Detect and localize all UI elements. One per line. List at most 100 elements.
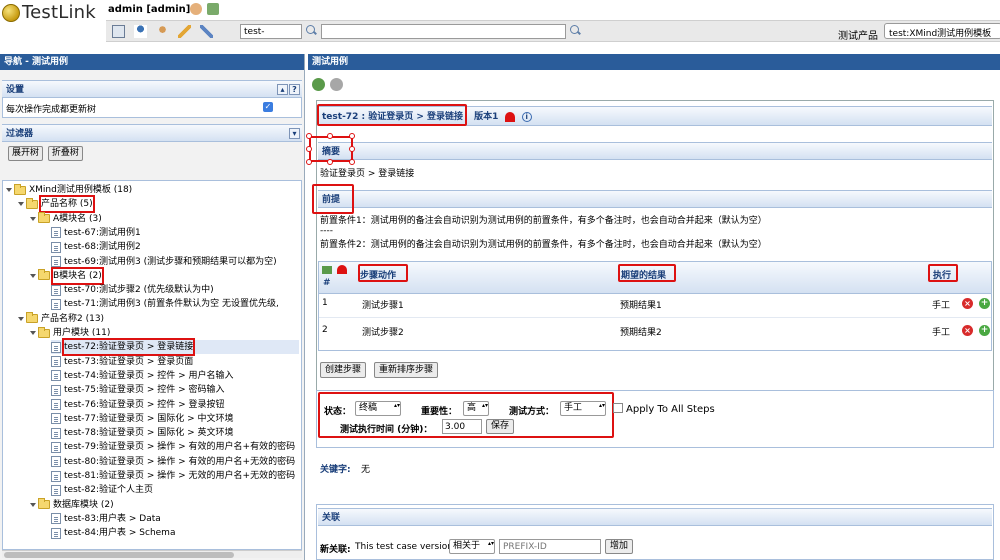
settings-help-button[interactable]: ? (289, 84, 300, 95)
logout-icon[interactable] (207, 3, 219, 15)
tree-folder[interactable]: 产品名称2 (13) (18, 312, 104, 326)
importance-select[interactable]: 高 (463, 401, 489, 416)
reorder-steps-button[interactable]: 重新排序步骤 (374, 362, 439, 378)
tree-testcase[interactable]: test-78:验证登录页 > 国际化 > 英文环境 (51, 426, 234, 440)
relation-id-input[interactable] (499, 539, 601, 554)
resize-handle[interactable] (349, 159, 355, 165)
testcase-icon (51, 298, 61, 310)
test-project-icon[interactable] (134, 25, 147, 38)
testcase-tree: XMind测试用例模板 (18) 产品名称 (5) A模块名 (3) test-67:… (2, 180, 302, 550)
testcase-id-input[interactable] (240, 24, 302, 39)
insert-step-icon[interactable]: + (979, 298, 990, 309)
tree-testcase[interactable]: test-74:验证登录页 > 控件 > 用户名输入 (51, 369, 234, 383)
testcase-icon (51, 227, 61, 239)
resize-handle[interactable] (349, 146, 355, 152)
user-profile-icon[interactable] (190, 3, 202, 15)
collapse-settings-icon[interactable]: ▴ (277, 84, 288, 95)
add-relation-button[interactable]: 增加 (605, 539, 634, 554)
highlight-expected (618, 264, 676, 282)
tree-testcase[interactable]: test-71:测试用例3 (前置条件默认为空 无设置优先级, (51, 297, 279, 311)
duration-input[interactable] (442, 419, 482, 434)
tree-folder[interactable]: A模块名 (3) (30, 212, 102, 226)
expand-arrow-icon[interactable] (30, 331, 36, 335)
tree-testcase[interactable]: test-76:验证登录页 > 控件 > 登录按钮 (51, 398, 225, 412)
apply-all-label: Apply To All Steps (626, 404, 715, 415)
tree-testcase[interactable]: test-68:测试用例2 (51, 240, 141, 254)
testcase-icon (51, 284, 61, 296)
status-select[interactable]: 终稿 (355, 401, 401, 416)
resize-handle[interactable] (306, 133, 312, 139)
tree-folder[interactable]: XMind测试用例模板 (18) (6, 183, 132, 197)
refresh-checkbox[interactable]: ✓ (263, 102, 273, 112)
resize-handle[interactable] (306, 159, 312, 165)
user-management-icon[interactable] (156, 25, 169, 38)
tree-buttons: 展开树 折叠树 (0, 142, 304, 166)
testcase-icon (51, 384, 61, 396)
steps-ghost-icon[interactable] (337, 265, 347, 274)
testcase-icon (51, 527, 61, 539)
exec-type-select[interactable]: 手工 (560, 401, 606, 416)
search-text-icon[interactable] (570, 25, 581, 36)
delete-step-icon[interactable]: × (962, 325, 973, 336)
tree-folder[interactable]: 产品名称 (5) (18, 195, 95, 214)
resize-handle[interactable] (306, 146, 312, 152)
search-id-icon[interactable] (306, 25, 317, 36)
tree-testcase[interactable]: test-80:验证登录页 > 操作 > 有效的用户名+无效的密码 (51, 455, 295, 469)
step-action: 测试步骤2 (362, 328, 404, 338)
importance-label: 重要性： (421, 407, 458, 417)
relations-label: 关联 (322, 513, 341, 523)
step-exec-type: 手工 (932, 301, 951, 311)
desktop-icon[interactable] (112, 25, 125, 38)
expand-arrow-icon[interactable] (30, 216, 36, 221)
expand-arrow-icon[interactable] (18, 202, 24, 207)
tree-testcase[interactable]: test-75:验证登录页 > 控件 > 密码输入 (51, 383, 225, 397)
events-icon[interactable] (178, 25, 191, 38)
expand-arrow-icon[interactable] (30, 273, 36, 278)
resize-handle[interactable] (327, 133, 333, 139)
tree-testcase[interactable]: test-83:用户表 > Data (51, 512, 161, 526)
ghost-icon[interactable] (504, 111, 515, 122)
testlink-logo[interactable]: TestLink (2, 2, 96, 23)
tree-testcase[interactable]: test-73:验证登录页 > 登录页面 (51, 355, 193, 369)
resize-handle[interactable] (327, 159, 333, 165)
expand-tree-button[interactable]: 展开树 (8, 146, 44, 161)
highlight-precondition (312, 184, 354, 214)
apply-all-checkbox[interactable] (613, 403, 623, 413)
info-icon[interactable]: i (521, 111, 532, 122)
tree-testcase[interactable]: test-77:验证登录页 > 国际化 > 中文环境 (51, 412, 234, 426)
tree-horizontal-scrollbar[interactable] (2, 550, 302, 558)
tree-testcase[interactable]: test-82:验证个人主页 (51, 483, 153, 497)
collapse-tree-button[interactable]: 折叠树 (47, 146, 83, 161)
create-step-button[interactable]: 创建步骤 (320, 362, 367, 378)
product-select[interactable]: test:XMind测试用例模板 (884, 23, 1000, 39)
resize-handle[interactable] (349, 133, 355, 139)
testcase-icon (51, 399, 61, 410)
tree-testcase[interactable]: test-81:验证登录页 > 操作 > 无效的用户名+无效的密码 (51, 469, 295, 483)
expand-arrow-icon[interactable] (30, 502, 36, 507)
precondition-bar: 前提 (318, 190, 992, 208)
filter-section[interactable]: 过滤器 ▾ (2, 124, 302, 142)
tree-node-label: B模块名 (2) (51, 266, 104, 285)
tree-folder[interactable]: 用户模块 (11) (30, 326, 110, 340)
insert-step-icon[interactable]: + (979, 325, 990, 336)
save-button[interactable]: 保存 (486, 419, 515, 434)
tree-testcase[interactable]: test-69:测试用例3 (测试步骤和预期结果可以都为空) (51, 255, 277, 269)
specification-icon[interactable] (200, 25, 213, 38)
delete-step-icon[interactable]: × (962, 298, 973, 309)
tree-folder[interactable]: 数据库模块 (2) (30, 498, 114, 512)
tree-testcase[interactable]: test-67:测试用例1 (51, 226, 141, 240)
tree-folder[interactable]: B模块名 (2) (30, 266, 104, 285)
tree-testcase[interactable]: test-72:验证登录页 > 登录链接 (51, 338, 299, 357)
expand-arrow-icon[interactable] (18, 316, 24, 321)
relations-bar: 关联 (318, 508, 992, 526)
steps-add-icon[interactable] (322, 266, 332, 274)
tree-testcase[interactable]: test-84:用户表 > Schema (51, 526, 175, 540)
search-text-input[interactable] (321, 24, 566, 39)
tree-testcase[interactable]: test-70:测试步骤2 (优先级默认为中) (51, 283, 214, 297)
expand-arrow-icon[interactable] (6, 188, 12, 192)
relation-type-select[interactable]: 相关于 (449, 539, 495, 554)
collapse-filter-icon[interactable]: ▾ (289, 128, 300, 139)
settings-section[interactable]: 设置 ▴ ? (2, 80, 302, 98)
tree-testcase[interactable]: test-79:验证登录页 > 操作 > 有效的用户名+有效的密码 (51, 440, 295, 454)
main-toolbar: 测试产品 test:XMind测试用例模板 (106, 20, 1000, 42)
